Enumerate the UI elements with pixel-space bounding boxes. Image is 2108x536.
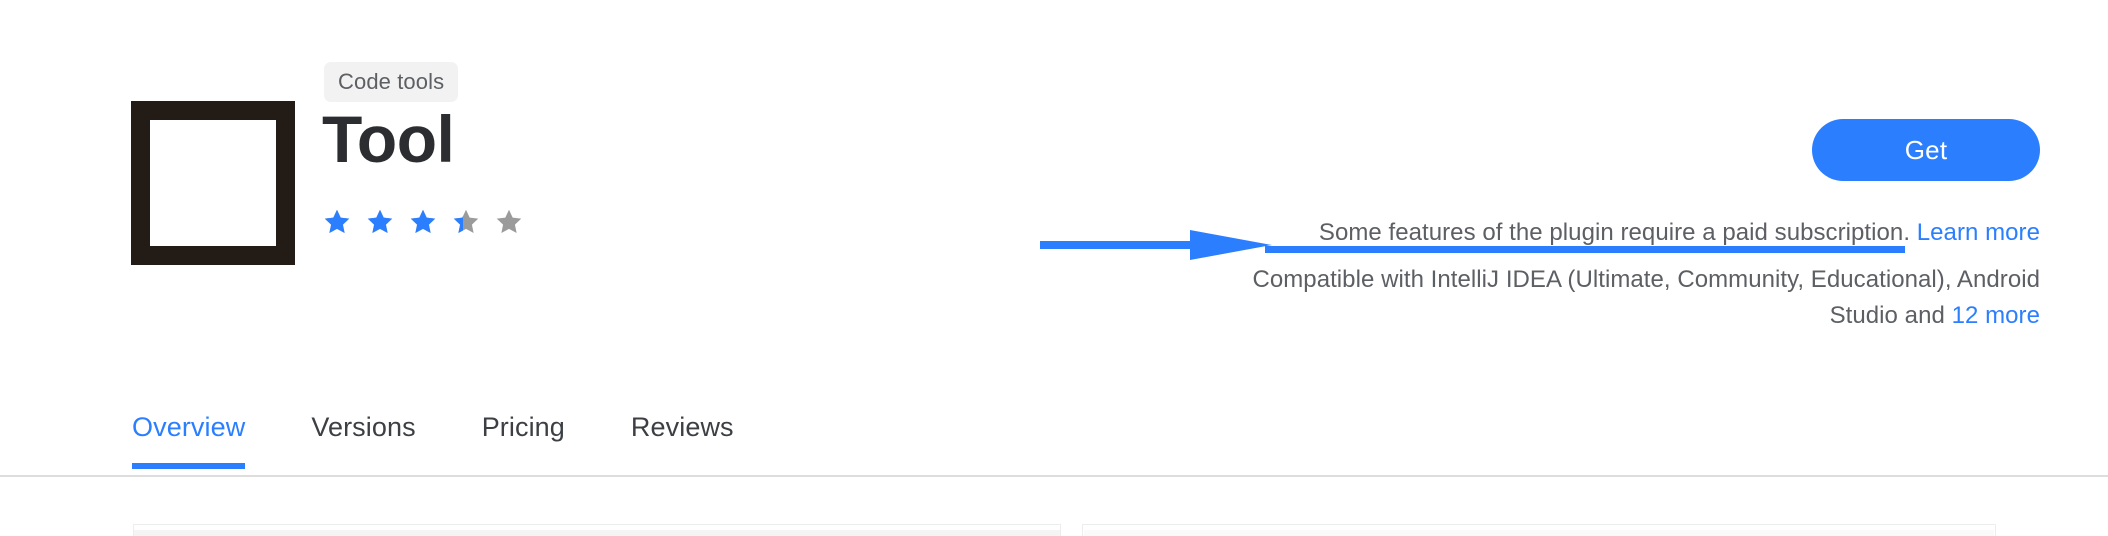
star-icon-4 [451, 207, 481, 237]
star-icon-5 [494, 207, 524, 237]
more-ides-link[interactable]: 12 more [1952, 302, 2040, 329]
annotation-underline [1265, 246, 1905, 253]
plugin-info-column: Some features of the plugin require a pa… [1180, 218, 2040, 333]
compatibility-notice: Compatible with IntelliJ IDEA (Ultimate,… [1180, 262, 2040, 333]
tab-reviews-label: Reviews [630, 412, 734, 442]
content-card-right-body [1084, 530, 1994, 536]
tab-bar-divider [0, 475, 2108, 477]
rating-stars[interactable] [322, 207, 524, 237]
star-icon-2 [365, 207, 395, 237]
category-badge-label: Code tools [338, 69, 445, 94]
star-icon-3 [408, 207, 438, 237]
compatibility-text: Compatible with IntelliJ IDEA (Ultimate,… [1252, 266, 2040, 329]
tab-overview[interactable]: Overview [132, 412, 246, 469]
star-icon-1 [322, 207, 352, 237]
tab-reviews[interactable]: Reviews [631, 412, 734, 469]
plugin-detail-page: Code tools Tool Get Some features of the… [0, 0, 2108, 536]
page-title: Tool [322, 102, 455, 176]
tab-overview-label: Overview [132, 412, 246, 442]
category-badge[interactable]: Code tools [324, 62, 459, 102]
tab-versions[interactable]: Versions [311, 412, 415, 469]
plugin-logo-icon [131, 101, 295, 265]
tab-pricing-label: Pricing [481, 412, 565, 442]
content-card-left-body [134, 530, 1060, 536]
tab-bar: Overview Versions Pricing Reviews [132, 412, 734, 469]
learn-more-link[interactable]: Learn more [1917, 219, 2040, 246]
tab-versions-label: Versions [311, 412, 416, 442]
tab-pricing[interactable]: Pricing [482, 412, 565, 469]
paid-subscription-notice: Some features of the plugin require a pa… [1180, 218, 2040, 248]
get-button[interactable]: Get [1812, 119, 2040, 181]
paid-subscription-text: Some features of the plugin require a pa… [1318, 219, 1911, 246]
annotation-arrow-icon [1040, 228, 1272, 262]
content-card-right[interactable] [1082, 524, 1996, 536]
content-card-left[interactable] [133, 524, 1061, 536]
